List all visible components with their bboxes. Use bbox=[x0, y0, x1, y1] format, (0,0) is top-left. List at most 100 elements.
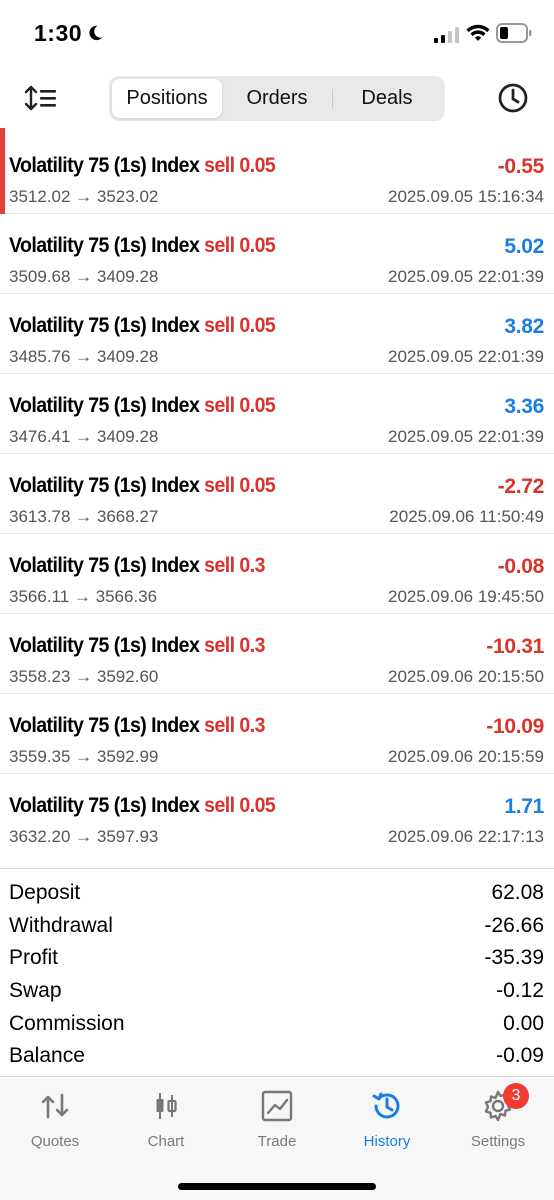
summary-value: -0.12 bbox=[496, 979, 544, 1003]
deal-title: Volatility 75 (1s) Index sell 0.3 bbox=[9, 634, 265, 658]
deal-time: 2025.09.06 20:15:59 bbox=[388, 747, 544, 766]
deal-row[interactable]: Volatility 75 (1s) Index sell 0.05 5.02 … bbox=[0, 214, 554, 294]
history-icon bbox=[372, 1092, 400, 1119]
summary-value: -35.39 bbox=[484, 946, 544, 970]
clock-icon[interactable] bbox=[497, 82, 529, 114]
deal-symbol: Volatility 75 (1s) Index bbox=[9, 634, 200, 657]
tab-settings[interactable]: 3 Settings bbox=[443, 1083, 553, 1153]
chart-icon bbox=[156, 1093, 177, 1119]
tab-label: Trade bbox=[257, 1133, 297, 1150]
deal-title: Volatility 75 (1s) Index sell 0.05 bbox=[9, 394, 276, 418]
history-toolbar: Positions Orders Deals bbox=[0, 68, 554, 128]
deal-type: sell 0.3 bbox=[204, 634, 265, 657]
tab-deals[interactable]: Deals bbox=[332, 79, 442, 118]
deal-row[interactable]: Volatility 75 (1s) Index sell 0.3 -10.31… bbox=[0, 614, 554, 694]
battery-icon bbox=[496, 23, 532, 43]
deals-list: Volatility 75 (1s) Index sell 0.05 -0.55… bbox=[0, 128, 554, 868]
summary-value: 62.08 bbox=[491, 881, 544, 905]
deal-profit: -0.08 bbox=[497, 555, 545, 578]
deal-type: sell 0.3 bbox=[204, 554, 265, 577]
summary-label: Deposit bbox=[9, 881, 81, 905]
bottom-tab-bar: Quotes Chart Trade History 3 Settings bbox=[0, 1076, 554, 1200]
summary-value: -0.09 bbox=[496, 1044, 544, 1068]
summary-balance: Balance -0.09 bbox=[0, 1040, 554, 1073]
summary-commission: Commission 0.00 bbox=[0, 1007, 554, 1040]
deal-row[interactable]: Volatility 75 (1s) Index sell 0.05 3.82 … bbox=[0, 294, 554, 374]
home-indicator bbox=[178, 1183, 376, 1190]
summary-withdrawal: Withdrawal -26.66 bbox=[0, 910, 554, 943]
summary-profit: Profit -35.39 bbox=[0, 942, 554, 975]
deal-row[interactable]: Volatility 75 (1s) Index sell 0.05 1.71 … bbox=[0, 774, 554, 854]
summary-value: -26.66 bbox=[484, 913, 544, 937]
deal-prices: 3509.68 → 3409.28 bbox=[9, 267, 159, 286]
deal-row[interactable]: Volatility 75 (1s) Index sell 0.05 -2.72… bbox=[0, 454, 554, 534]
deal-title: Volatility 75 (1s) Index sell 0.05 bbox=[9, 154, 276, 178]
tab-orders[interactable]: Orders bbox=[222, 79, 332, 118]
summary-label: Swap bbox=[9, 979, 62, 1003]
deal-type: sell 0.05 bbox=[204, 234, 276, 257]
history-segmented-control: Positions Orders Deals bbox=[109, 76, 445, 121]
tab-label: Settings bbox=[470, 1133, 526, 1150]
deal-profit: -2.72 bbox=[497, 475, 545, 498]
deal-type: sell 0.05 bbox=[204, 314, 276, 337]
status-time: 1:30 bbox=[34, 20, 83, 46]
deal-title: Volatility 75 (1s) Index sell 0.05 bbox=[9, 314, 276, 338]
tab-history[interactable]: History bbox=[332, 1089, 442, 1153]
deal-time: 2025.09.05 22:01:39 bbox=[388, 347, 544, 366]
deal-title: Volatility 75 (1s) Index sell 0.3 bbox=[9, 714, 265, 738]
status-bar: 1:30 bbox=[0, 0, 554, 68]
deal-title: Volatility 75 (1s) Index sell 0.05 bbox=[9, 794, 276, 818]
deal-time: 2025.09.05 22:01:39 bbox=[388, 267, 544, 286]
deal-row[interactable]: Volatility 75 (1s) Index sell 0.3 -0.08 … bbox=[0, 534, 554, 614]
deal-prices: 3485.76 → 3409.28 bbox=[9, 347, 159, 366]
tab-trade[interactable]: Trade bbox=[222, 1089, 332, 1153]
deal-symbol: Volatility 75 (1s) Index bbox=[9, 394, 200, 417]
deal-type: sell 0.05 bbox=[204, 154, 276, 177]
deal-title: Volatility 75 (1s) Index sell 0.05 bbox=[9, 234, 276, 258]
deal-row[interactable]: Volatility 75 (1s) Index sell 0.3 -10.09… bbox=[0, 694, 554, 774]
deal-profit: 1.71 bbox=[504, 795, 544, 818]
deal-prices: 3632.20 → 3597.93 bbox=[9, 827, 159, 846]
deal-symbol: Volatility 75 (1s) Index bbox=[9, 714, 200, 737]
deal-profit: -10.31 bbox=[486, 635, 544, 658]
tab-label: History bbox=[363, 1133, 411, 1150]
deal-prices: 3566.11 → 3566.36 bbox=[9, 587, 158, 606]
summary-swap: Swap -0.12 bbox=[0, 975, 554, 1008]
deal-profit: 5.02 bbox=[504, 235, 544, 258]
deal-symbol: Volatility 75 (1s) Index bbox=[9, 794, 200, 817]
deal-symbol: Volatility 75 (1s) Index bbox=[9, 314, 200, 337]
tab-chart[interactable]: Chart bbox=[111, 1089, 221, 1153]
deal-time: 2025.09.05 22:01:39 bbox=[388, 427, 544, 446]
deal-profit: -0.55 bbox=[497, 155, 545, 178]
tab-positions[interactable]: Positions bbox=[112, 79, 222, 118]
tab-label: Chart bbox=[147, 1133, 185, 1150]
deal-prices: 3559.35 → 3592.99 bbox=[9, 747, 159, 766]
sort-icon[interactable] bbox=[24, 84, 58, 112]
summary-label: Commission bbox=[9, 1011, 125, 1035]
deal-symbol: Volatility 75 (1s) Index bbox=[9, 474, 200, 497]
deal-row[interactable]: Volatility 75 (1s) Index sell 0.05 3.36 … bbox=[0, 374, 554, 454]
deal-row[interactable]: Volatility 75 (1s) Index sell 0.05 -0.55… bbox=[0, 128, 554, 214]
trade-icon bbox=[261, 1090, 293, 1122]
deal-time: 2025.09.06 11:50:49 bbox=[389, 507, 544, 526]
deal-time: 2025.09.06 19:45:50 bbox=[388, 587, 544, 606]
deal-symbol: Volatility 75 (1s) Index bbox=[9, 154, 200, 177]
deal-time: 2025.09.06 20:15:50 bbox=[388, 667, 544, 686]
summary-deposit: Deposit 62.08 bbox=[0, 877, 554, 910]
deal-prices: 3613.78 → 3668.27 bbox=[9, 507, 159, 526]
deal-type: sell 0.05 bbox=[204, 394, 276, 417]
deal-profit: 3.36 bbox=[504, 395, 544, 418]
deal-symbol: Volatility 75 (1s) Index bbox=[9, 234, 200, 257]
deal-profit: 3.82 bbox=[504, 315, 544, 338]
cellular-signal-icon bbox=[434, 27, 459, 43]
summary-label: Withdrawal bbox=[9, 913, 113, 937]
deal-time: 2025.09.06 22:17:13 bbox=[388, 827, 544, 846]
tab-label: Quotes bbox=[30, 1133, 80, 1150]
account-summary: Deposit 62.08 Withdrawal -26.66 Profit -35.… bbox=[0, 868, 554, 1076]
deal-title: Volatility 75 (1s) Index sell 0.05 bbox=[9, 474, 276, 498]
tab-quotes[interactable]: Quotes bbox=[0, 1089, 110, 1153]
summary-label: Balance bbox=[9, 1044, 85, 1068]
wifi-icon bbox=[466, 24, 490, 41]
deal-type: sell 0.05 bbox=[204, 474, 276, 497]
deal-time: 2025.09.05 15:16:34 bbox=[388, 187, 544, 206]
